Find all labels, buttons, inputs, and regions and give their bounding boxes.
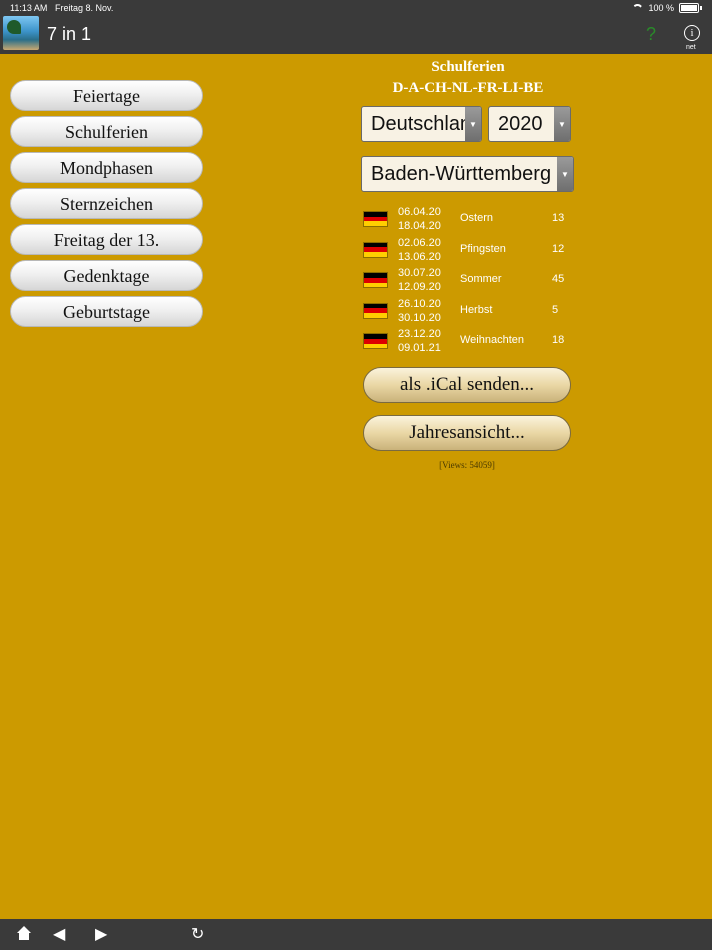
holiday-start: 30.07.20 (398, 267, 441, 280)
holiday-days: 18 (552, 334, 565, 347)
list-item: 06.04.20 18.04.20 Ostern 13 (364, 205, 574, 236)
status-time: 11:13 AM (10, 3, 48, 13)
chevron-down-icon: ▼ (465, 107, 481, 141)
holiday-days: 5 (552, 303, 559, 316)
app-title: 7 in 1 (47, 24, 92, 44)
home-icon[interactable] (17, 926, 31, 940)
title-line-1: Schulferien (431, 59, 505, 75)
holiday-dates: 02.06.20 13.06.20 (398, 236, 441, 264)
holiday-days: 13 (552, 212, 565, 224)
wifi-icon (632, 4, 643, 12)
send-ical-button[interactable]: als .iCal senden... (363, 367, 571, 403)
reload-icon[interactable]: ↻ (191, 926, 204, 942)
holiday-end: 13.06.20 (398, 250, 441, 263)
holiday-dates: 30.07.20 12.09.20 (398, 266, 441, 294)
menu-feiertage-button[interactable]: Feiertage (10, 80, 203, 111)
forward-icon[interactable]: ▶ (95, 926, 107, 942)
list-item: 02.06.20 13.06.20 Pfingsten 12 (364, 236, 574, 267)
holiday-end: 30.10.20 (398, 311, 441, 324)
menu-schulferien-button[interactable]: Schulferien (10, 116, 203, 147)
year-view-button[interactable]: Jahresansicht... (363, 415, 571, 451)
holiday-dates: 26.10.20 30.10.20 (398, 297, 441, 325)
holiday-dates: 23.12.20 09.01.21 (398, 327, 441, 355)
status-bar: 11:13 AM Freitag 8. Nov. 100 % (0, 0, 712, 16)
app-bar: 7 in 1 ? i net (0, 16, 712, 54)
menu-gedenktage-button[interactable]: Gedenktage (10, 260, 203, 291)
battery-icon (679, 3, 699, 13)
german-flag-icon (364, 212, 387, 226)
holiday-start: 26.10.20 (398, 297, 441, 310)
state-select[interactable]: Baden-Württemberg ▼ (361, 156, 574, 192)
holiday-days: 12 (552, 242, 565, 255)
battery-percent: 100 % (648, 3, 674, 13)
title-line-2: D-A-CH-NL-FR-LI-BE (392, 80, 544, 96)
holiday-list: 06.04.20 18.04.20 Ostern 13 02.06.20 13.… (364, 205, 574, 358)
menu-sternzeichen-button[interactable]: Sternzeichen (10, 188, 203, 219)
app-logo (3, 16, 39, 50)
menu-freitag13-button[interactable]: Freitag der 13. (10, 224, 203, 255)
help-icon[interactable]: ? (646, 24, 656, 45)
holiday-start: 23.12.20 (398, 328, 441, 341)
status-date: Freitag 8. Nov. (55, 3, 114, 13)
year-value: 2020 (498, 113, 543, 135)
country-select[interactable]: Deutschland ▼ (361, 106, 482, 142)
menu-geburtstage-button[interactable]: Geburtstage (10, 296, 203, 327)
holiday-name: Sommer (460, 273, 502, 286)
holiday-start: 06.04.20 (398, 206, 441, 218)
holiday-days: 45 (552, 273, 565, 286)
bottom-toolbar: ◀ ▶ ↻ (0, 919, 712, 950)
holiday-start: 02.06.20 (398, 236, 441, 249)
holiday-name: Pfingsten (460, 242, 506, 255)
year-select[interactable]: 2020 ▼ (488, 106, 571, 142)
state-value: Baden-Württemberg (371, 163, 552, 185)
holiday-name: Ostern (460, 212, 494, 224)
battery-tip (700, 6, 702, 10)
list-item: 30.07.20 12.09.20 Sommer 45 (364, 266, 574, 297)
chevron-down-icon: ▼ (557, 157, 573, 191)
info-label: net (686, 44, 696, 51)
german-flag-icon (364, 273, 387, 288)
back-icon[interactable]: ◀ (53, 926, 65, 942)
page-title: Schulferien D-A-CH-NL-FR-LI-BE (362, 57, 574, 99)
holiday-dates: 06.04.20 18.04.20 (398, 205, 441, 233)
holiday-name: Weihnachten (460, 334, 525, 347)
german-flag-icon (364, 242, 387, 257)
chevron-down-icon: ▼ (554, 107, 570, 141)
holiday-end: 09.01.21 (398, 342, 441, 355)
list-item: 26.10.20 30.10.20 Herbst 5 (364, 297, 574, 328)
list-item: 23.12.20 09.01.21 Weihnachten 18 (364, 327, 574, 358)
status-right: 100 % (632, 3, 702, 13)
category-menu: Feiertage Schulferien Mondphasen Sternze… (10, 80, 203, 332)
holiday-end: 12.09.20 (398, 281, 441, 294)
info-icon[interactable]: i (684, 25, 700, 41)
holiday-name: Herbst (460, 303, 493, 316)
holiday-end: 18.04.20 (398, 220, 441, 232)
menu-mondphasen-button[interactable]: Mondphasen (10, 152, 203, 183)
german-flag-icon (364, 303, 387, 318)
german-flag-icon (364, 334, 387, 349)
views-counter: [Views: 54059] (439, 460, 495, 470)
